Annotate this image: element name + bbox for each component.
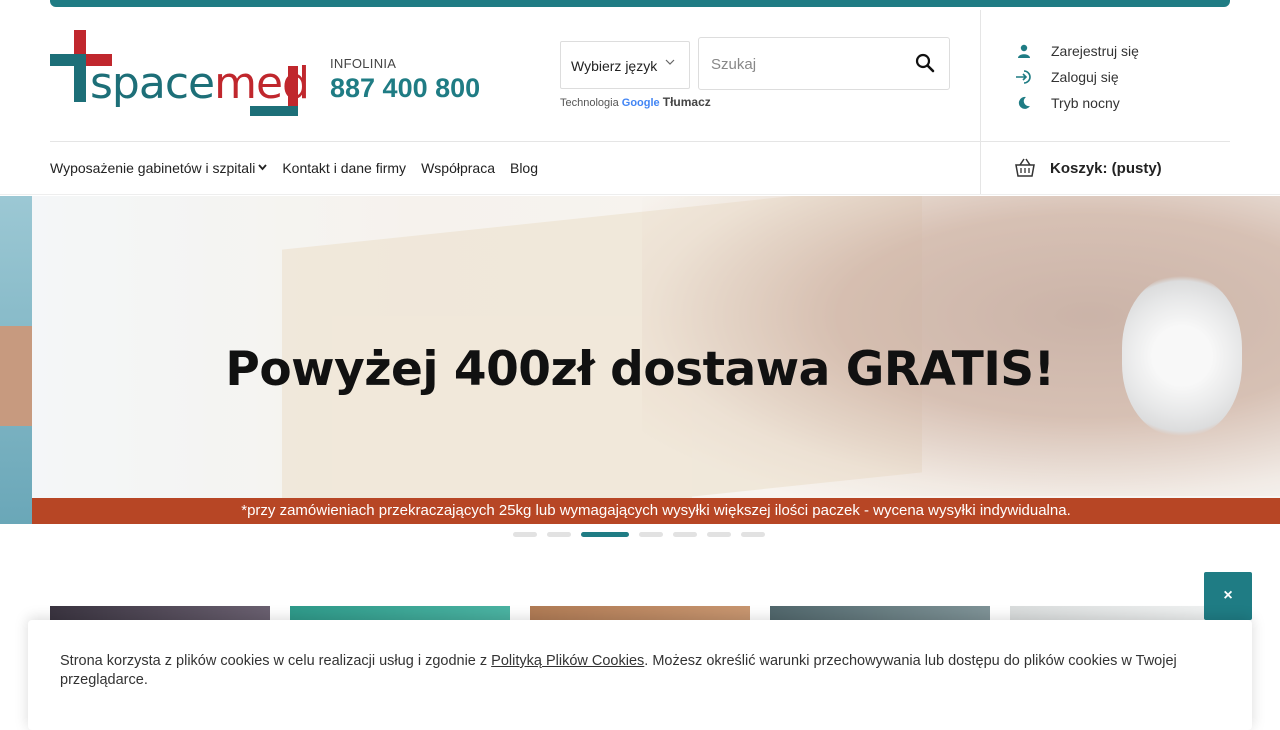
chevron-down-icon: [258, 163, 268, 174]
basket-icon: [1014, 158, 1036, 178]
main-nav: Wyposażenie gabinetów i szpitali Kontakt…: [50, 160, 553, 176]
cookie-banner: Strona korzysta z plików cookies w celu …: [28, 620, 1252, 730]
nav-item-contact[interactable]: Kontakt i dane firmy: [282, 160, 406, 176]
nav-item-label: Wyposażenie gabinetów i szpitali: [50, 160, 256, 176]
nav-item-equipment[interactable]: Wyposażenie gabinetów i szpitali: [50, 160, 268, 176]
chevron-down-icon: [665, 56, 675, 70]
slider-dot[interactable]: [547, 532, 571, 537]
nav-divider: [0, 194, 1280, 195]
top-accent-bar: [50, 0, 1230, 7]
cookie-text: Strona korzysta z plików cookies w celu …: [60, 652, 1230, 690]
login-link[interactable]: Zaloguj się: [1014, 64, 1139, 90]
slider-dot-active[interactable]: [581, 532, 629, 537]
language-select[interactable]: Wybierz język: [560, 41, 690, 89]
login-icon: [1014, 69, 1034, 85]
slider-dot[interactable]: [639, 532, 663, 537]
google-translate-credit: Technologia Google Tłumacz: [560, 95, 711, 109]
hero-headline: Powyżej 400zł dostawa GRATIS!: [225, 342, 1055, 397]
logo-wordmark: spacemed: [90, 58, 310, 109]
cookie-text-before: Strona korzysta z plików cookies w celu …: [60, 653, 492, 669]
slider-dot[interactable]: [513, 532, 537, 537]
search-box: [698, 37, 950, 90]
nav-item-label: Blog: [509, 160, 539, 176]
infoline-phone[interactable]: 887 400 800: [330, 73, 480, 104]
hero-slider[interactable]: Powyżej 400zł dostawa GRATIS! *przy zamó…: [0, 196, 1280, 524]
cookie-close-button[interactable]: ×: [1204, 572, 1252, 620]
hero-note-bar: *przy zamówieniach przekraczających 25kg…: [32, 498, 1280, 524]
logo-corner-horizontal: [250, 106, 298, 116]
cart-button[interactable]: Koszyk: (pusty): [1014, 158, 1162, 178]
infoline-label: INFOLINIA: [330, 56, 397, 71]
night-mode-label: Tryb nocny: [1051, 95, 1120, 111]
register-label: Zarejestruj się: [1051, 43, 1139, 59]
nav-item-cooperation[interactable]: Współpraca: [421, 160, 495, 176]
translate-prefix: Technologia: [560, 97, 619, 109]
logo-cross-horizontal-teal: [50, 54, 74, 66]
header-divider: [50, 141, 1230, 142]
language-select-label: Wybierz język: [571, 58, 658, 74]
slider-dot[interactable]: [741, 532, 765, 537]
search-icon[interactable]: [915, 53, 935, 73]
slider-pagination: [513, 532, 775, 537]
nav-item-label: Współpraca: [421, 160, 495, 176]
nav-item-blog[interactable]: Blog: [510, 160, 538, 176]
google-logo-text[interactable]: Google: [622, 97, 660, 109]
header-divider-vertical: [980, 10, 981, 195]
slider-dot[interactable]: [707, 532, 731, 537]
cart-label: Koszyk: (pusty): [1050, 159, 1162, 177]
translate-suffix: Tłumacz: [662, 95, 711, 109]
user-icon: [1014, 43, 1034, 59]
slider-dot[interactable]: [673, 532, 697, 537]
infoline: INFOLINIA 887 400 800: [330, 56, 480, 104]
moon-icon: [1014, 95, 1034, 111]
nav-item-label: Kontakt i dane firmy: [282, 160, 407, 176]
register-link[interactable]: Zarejestruj się: [1014, 38, 1139, 64]
spacemed-logo[interactable]: spacemed: [50, 30, 310, 118]
login-label: Zaloguj się: [1051, 69, 1119, 85]
logo-cross-vertical-teal: [74, 54, 86, 102]
logo-text-space: space: [90, 58, 215, 109]
cookie-policy-link[interactable]: Polityką Plików Cookies: [491, 653, 644, 669]
search-input[interactable]: [711, 50, 901, 78]
account-menu: Zarejestruj się Zaloguj się Tryb nocny: [1014, 38, 1139, 116]
night-mode-toggle[interactable]: Tryb nocny: [1014, 90, 1139, 116]
